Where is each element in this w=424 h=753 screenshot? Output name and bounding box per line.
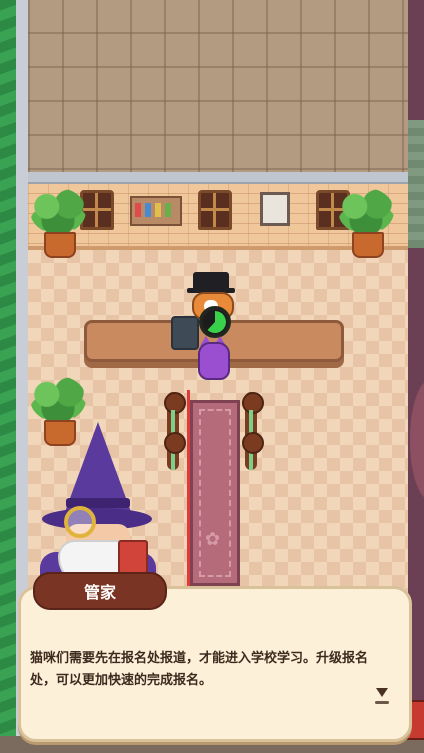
monocle-icon <box>64 506 96 538</box>
roof-tiles <box>28 0 408 176</box>
triangle-down-icon[interactable] <box>376 688 388 697</box>
dialog-message: 猫咪们需要先在报名处报道，才能进入学校学习。升级报名处，可以更加快速的完成报名。 <box>30 651 369 688</box>
progress-ring <box>199 306 231 338</box>
butler-portrait <box>32 422 160 588</box>
bookshelf <box>130 196 182 226</box>
cat-body <box>198 342 230 380</box>
student-cat[interactable] <box>194 336 230 380</box>
book-icon <box>118 540 148 574</box>
game-scene[interactable]: ✿ 管家 猫咪们需要先在报名处报道，才能进入学校学习。升级报名处，可以更加快速的… <box>0 0 424 753</box>
next-indicator-base <box>375 701 389 704</box>
queue-post <box>242 392 264 470</box>
speaker-name-tag: 管家 <box>33 572 167 610</box>
queue-post <box>164 392 186 470</box>
paw-icon: ✿ <box>205 529 221 550</box>
window <box>198 190 232 230</box>
top-hat <box>187 272 235 293</box>
right-wall-strip <box>406 120 424 248</box>
queue-carpet: ✿ <box>190 400 240 586</box>
potted-plant <box>30 188 86 258</box>
roof-edge <box>28 172 408 184</box>
potted-plant <box>338 188 394 258</box>
wall-portrait <box>260 192 290 226</box>
